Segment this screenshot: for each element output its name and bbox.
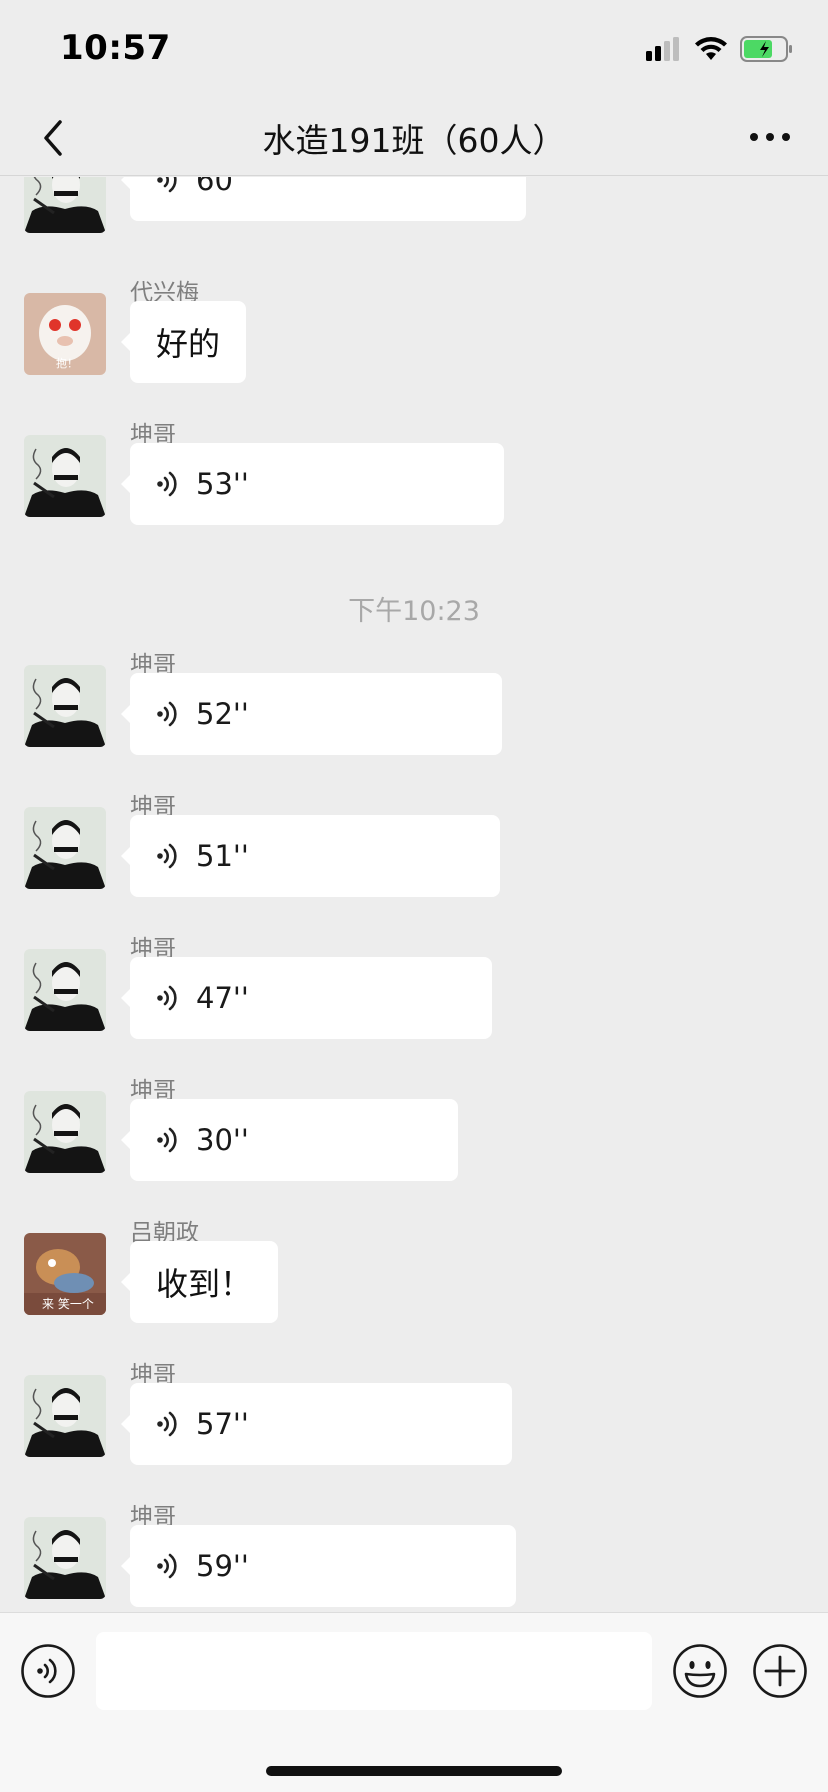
voice-wave-icon: [157, 843, 177, 869]
text-message-bubble[interactable]: 好的: [120, 301, 247, 383]
voice-duration: 47'': [196, 981, 249, 1015]
voice-wave-icon: [157, 701, 177, 727]
voice-duration: 30'': [196, 1123, 249, 1157]
voice-message-bubble[interactable]: 59'': [121, 1525, 516, 1607]
portrait-avatar[interactable]: [24, 177, 106, 233]
input-bar: [0, 1612, 828, 1792]
portrait-avatar[interactable]: [24, 1375, 106, 1457]
wifi-icon: [695, 37, 727, 60]
cartoon-avatar[interactable]: 来 笑一个: [24, 1233, 106, 1315]
voice-wave-icon: [157, 471, 177, 497]
status-bar: 10:57: [0, 0, 828, 100]
portrait-avatar[interactable]: [24, 435, 106, 517]
voice-input-icon[interactable]: [20, 1643, 76, 1699]
more-dots-icon[interactable]: [748, 122, 792, 152]
message-timestamp: 下午10:23: [348, 596, 480, 627]
portrait-avatar[interactable]: [24, 665, 106, 747]
voice-message-bubble[interactable]: 51'': [121, 815, 500, 897]
voice-duration: 60'': [196, 177, 249, 197]
text-message-bubble[interactable]: 收到！: [120, 1241, 279, 1323]
chat-title: 水造191班（60人）: [262, 121, 566, 160]
signal-icon: [646, 37, 679, 61]
plus-icon[interactable]: [752, 1643, 808, 1699]
home-indicator: [266, 1766, 562, 1776]
nav-bar: 水造191班（60人）: [0, 100, 828, 176]
voice-message-bubble[interactable]: 57'': [121, 1383, 512, 1465]
voice-wave-icon: [157, 1411, 177, 1437]
voice-duration: 52'': [196, 697, 249, 731]
portrait-avatar[interactable]: [24, 949, 106, 1031]
message-input[interactable]: [96, 1632, 652, 1710]
voice-message-bubble[interactable]: 60'': [121, 177, 526, 221]
voice-wave-icon: [157, 985, 177, 1011]
emoji-icon[interactable]: [672, 1643, 728, 1699]
voice-message-bubble[interactable]: 30'': [121, 1099, 458, 1181]
message-text: 好的: [156, 325, 221, 363]
voice-wave-icon: [157, 177, 177, 193]
status-icons: [646, 34, 794, 64]
cat-avatar[interactable]: 抱！: [24, 293, 106, 375]
voice-duration: 59'': [196, 1549, 249, 1583]
voice-duration: 51'': [196, 839, 249, 873]
avatar-caption: 抱！: [56, 357, 78, 370]
voice-message-bubble[interactable]: 47'': [121, 957, 492, 1039]
voice-duration: 57'': [196, 1407, 249, 1441]
voice-wave-icon: [157, 1553, 177, 1579]
portrait-avatar[interactable]: [24, 1091, 106, 1173]
battery-icon: [740, 36, 792, 62]
portrait-avatar[interactable]: [24, 1517, 106, 1599]
status-time: 10:57: [60, 28, 171, 68]
voice-message-bubble[interactable]: 53'': [121, 443, 504, 525]
avatar-caption: 来 笑一个: [42, 1297, 94, 1311]
voice-message-bubble[interactable]: 52'': [121, 673, 502, 755]
portrait-avatar[interactable]: [24, 807, 106, 889]
voice-wave-icon: [157, 1127, 177, 1153]
voice-duration: 53'': [196, 467, 249, 501]
chat-message-list[interactable]: 60'' 抱！ 代兴梅 好的 坤哥 53'' 下午10:23 坤哥 52'' 坤…: [0, 177, 828, 1612]
message-text: 收到！: [156, 1265, 253, 1303]
